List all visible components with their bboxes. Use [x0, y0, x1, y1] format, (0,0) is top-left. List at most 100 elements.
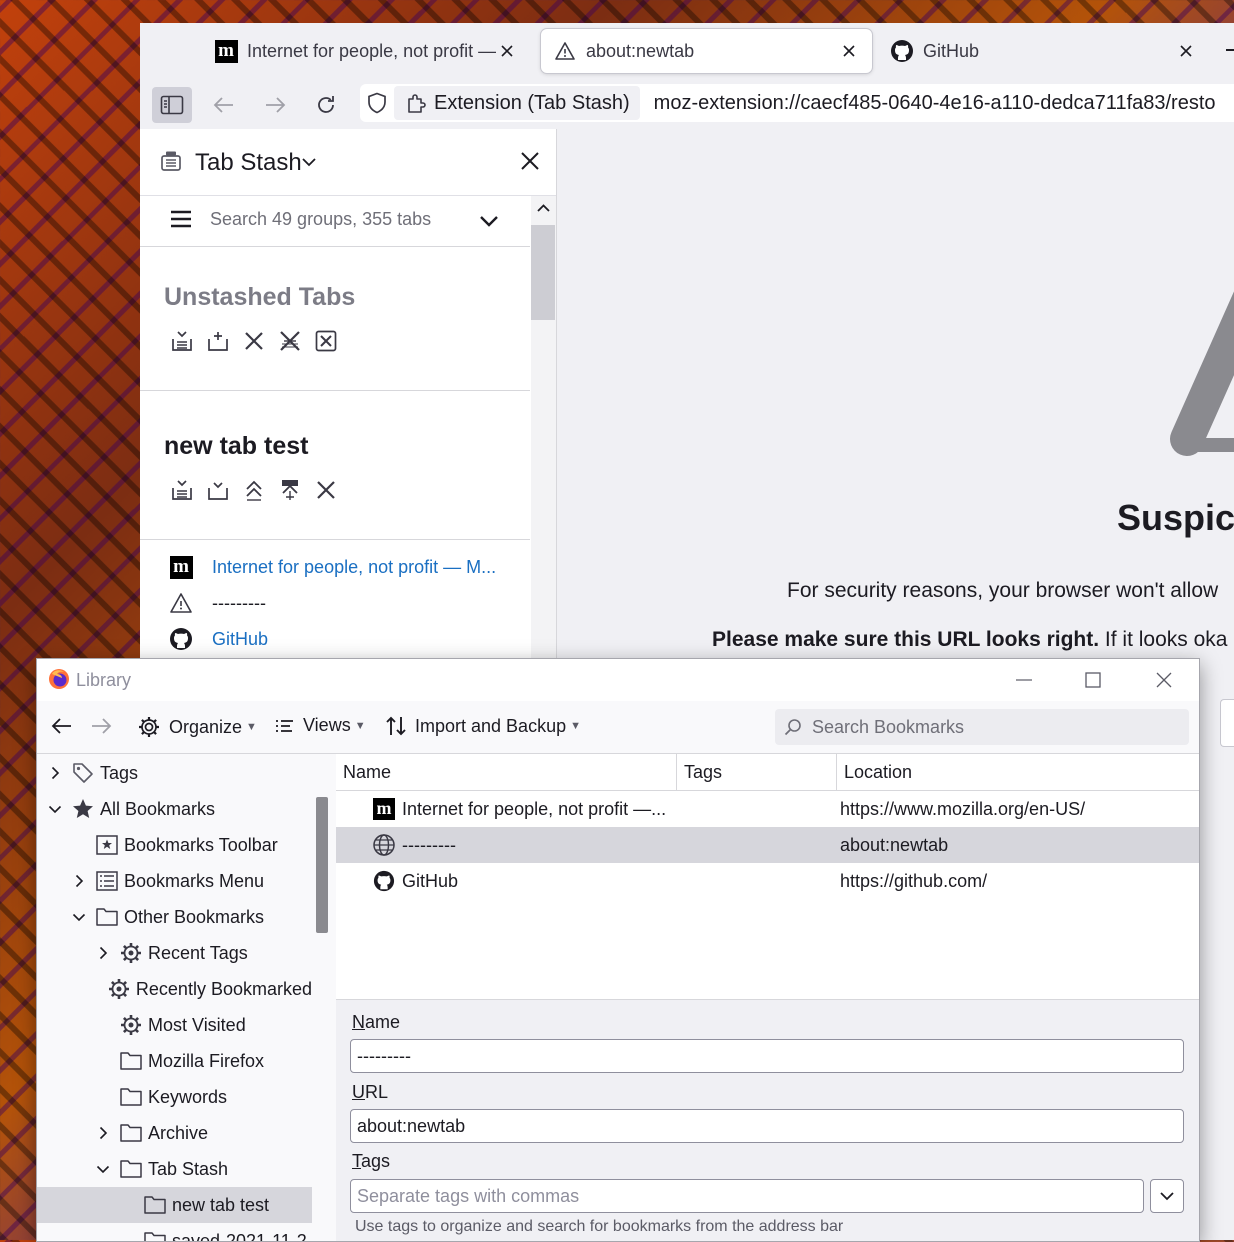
- sidebar-scroll-thumb[interactable]: [531, 225, 555, 320]
- restore-all-icon[interactable]: [240, 476, 268, 504]
- tree-item[interactable]: Tab Stash: [37, 1151, 312, 1187]
- twisty-collapsed-icon[interactable]: [71, 874, 87, 888]
- collapse-all-chevron-icon[interactable]: [479, 215, 499, 227]
- import-backup-menu-button[interactable]: Import and Backup ▼: [385, 715, 581, 737]
- twisty-collapsed-icon[interactable]: [95, 946, 111, 960]
- close-window-button[interactable]: [1141, 665, 1187, 695]
- reload-button[interactable]: [306, 87, 346, 123]
- twisty-collapsed-icon[interactable]: [95, 1126, 111, 1140]
- close-tab-icon[interactable]: [1175, 40, 1197, 62]
- tab-newtab[interactable]: about:newtab: [541, 29, 872, 73]
- name-field[interactable]: ---------: [350, 1039, 1184, 1073]
- tree-item[interactable]: new tab test: [37, 1187, 312, 1223]
- tree-item[interactable]: Mozilla Firefox: [37, 1043, 312, 1079]
- scroll-up-icon[interactable]: [537, 204, 550, 212]
- sidebar-title[interactable]: Tab Stash: [195, 149, 302, 177]
- sidebar-toggle-button[interactable]: [152, 87, 192, 123]
- tree-item[interactable]: saved-2021-11-2: [37, 1223, 312, 1241]
- stashed-tab-label[interactable]: GitHub: [212, 629, 268, 650]
- maximize-button[interactable]: [1070, 665, 1116, 695]
- group-title[interactable]: new tab test: [164, 432, 308, 461]
- tree-item[interactable]: Tags: [37, 755, 312, 791]
- twisty-expanded-icon[interactable]: [71, 913, 87, 922]
- close-sidebar-icon[interactable]: [520, 151, 540, 171]
- tree-item-label: Keywords: [148, 1086, 228, 1107]
- close-tab-icon[interactable]: [496, 40, 518, 62]
- views-label: Views: [303, 715, 351, 735]
- minimize-button[interactable]: [1001, 665, 1047, 695]
- shield-icon[interactable]: [366, 92, 388, 114]
- column-tags[interactable]: Tags: [677, 754, 837, 790]
- puzzle-icon: [406, 92, 428, 114]
- close-stashed-icon[interactable]: [276, 327, 304, 355]
- tree-item[interactable]: Recent Tags: [37, 935, 312, 971]
- button-edge[interactable]: [1220, 699, 1234, 747]
- tree-item[interactable]: Other Bookmarks: [37, 899, 312, 935]
- tab-mozilla[interactable]: m Internet for people, not profit —: [202, 29, 530, 73]
- close-tab-icon[interactable]: [838, 40, 860, 62]
- tree-item[interactable]: Most Visited: [37, 1007, 312, 1043]
- search-bookmarks-input[interactable]: Search Bookmarks: [775, 709, 1189, 745]
- tree-item[interactable]: Bookmarks Menu: [37, 863, 312, 899]
- folder-icon: [143, 1229, 167, 1241]
- stash-here-icon[interactable]: [204, 476, 232, 504]
- restore-and-remove-icon[interactable]: [276, 476, 304, 504]
- tab-github[interactable]: GitHub: [878, 29, 1209, 73]
- close-all-box-icon[interactable]: [312, 327, 340, 355]
- forward-button[interactable]: [255, 87, 295, 123]
- github-icon: [372, 869, 396, 893]
- tree-item-label: Most Visited: [148, 1014, 246, 1035]
- globe-icon: [372, 833, 396, 857]
- tab-label: Internet for people, not profit —: [247, 40, 496, 61]
- tab-strip: m Internet for people, not profit — abou…: [140, 23, 1234, 79]
- sort-arrows-icon: [385, 715, 415, 737]
- views-menu-button[interactable]: Views ▼: [275, 715, 366, 736]
- delete-group-icon[interactable]: [312, 476, 340, 504]
- column-name[interactable]: Name: [336, 754, 677, 790]
- stashed-tab-item[interactable]: m Internet for people, not profit — M...: [168, 550, 496, 584]
- bookmark-row[interactable]: --------- about:newtab: [336, 827, 1199, 863]
- organize-menu-button[interactable]: Organize ▼: [137, 715, 257, 739]
- chevron-down-icon[interactable]: [302, 158, 316, 167]
- tree-item-label: Mozilla Firefox: [148, 1050, 265, 1071]
- column-location[interactable]: Location: [837, 754, 1199, 790]
- firefox-logo-icon: [48, 668, 70, 690]
- stash-all-icon[interactable]: [168, 327, 196, 355]
- hamburger-menu-icon[interactable]: [170, 210, 192, 228]
- stash-to-group-icon[interactable]: [168, 476, 196, 504]
- stashed-tab-item[interactable]: ---------: [168, 586, 266, 620]
- url-field[interactable]: about:newtab: [350, 1109, 1184, 1143]
- close-icon[interactable]: [240, 327, 268, 355]
- tags-dropdown-button[interactable]: [1150, 1179, 1184, 1213]
- tree-item[interactable]: Bookmarks Toolbar: [37, 827, 312, 863]
- url-text[interactable]: moz-extension://caecf485-0640-4e16-a110-…: [654, 92, 1216, 115]
- tree-item[interactable]: Archive: [37, 1115, 312, 1151]
- tree-item[interactable]: Keywords: [37, 1079, 312, 1115]
- tree-item[interactable]: All Bookmarks: [37, 791, 312, 827]
- tree-item-label: Bookmarks Menu: [124, 870, 265, 891]
- bookmark-row[interactable]: m Internet for people, not profit —... htt…: [336, 791, 1199, 827]
- back-arrow-icon[interactable]: [51, 717, 73, 735]
- chevron-down-icon: [1160, 1191, 1174, 1200]
- tree-item[interactable]: Recently Bookmarked: [37, 971, 312, 1007]
- stashed-tab-label[interactable]: ---------: [212, 593, 266, 614]
- stashed-tab-label[interactable]: Internet for people, not profit — M...: [212, 557, 496, 578]
- name-label: Name: [352, 1012, 401, 1032]
- library-titlebar: Library: [37, 659, 1199, 701]
- tree-scrollbar-thumb[interactable]: [316, 797, 328, 933]
- bookmark-row[interactable]: GitHub https://github.com/: [336, 863, 1199, 899]
- tree-item-label: Recent Tags: [148, 942, 248, 963]
- forward-arrow-icon[interactable]: [90, 717, 112, 735]
- twisty-collapsed-icon[interactable]: [47, 766, 63, 780]
- warning-icon: [553, 39, 577, 63]
- back-button[interactable]: [204, 87, 244, 123]
- stashed-tab-item[interactable]: GitHub: [168, 622, 268, 656]
- twisty-expanded-icon[interactable]: [47, 805, 63, 814]
- new-group-icon[interactable]: [204, 327, 232, 355]
- tags-field[interactable]: Separate tags with commas: [350, 1179, 1144, 1213]
- extension-identity-chip[interactable]: Extension (Tab Stash): [394, 86, 640, 120]
- twisty-expanded-icon[interactable]: [95, 1165, 111, 1174]
- sidebar-search-input[interactable]: Search 49 groups, 355 tabs: [210, 209, 431, 230]
- url-bar[interactable]: Extension (Tab Stash) moz-extension://ca…: [360, 84, 1234, 122]
- organize-label: Organize: [169, 716, 243, 737]
